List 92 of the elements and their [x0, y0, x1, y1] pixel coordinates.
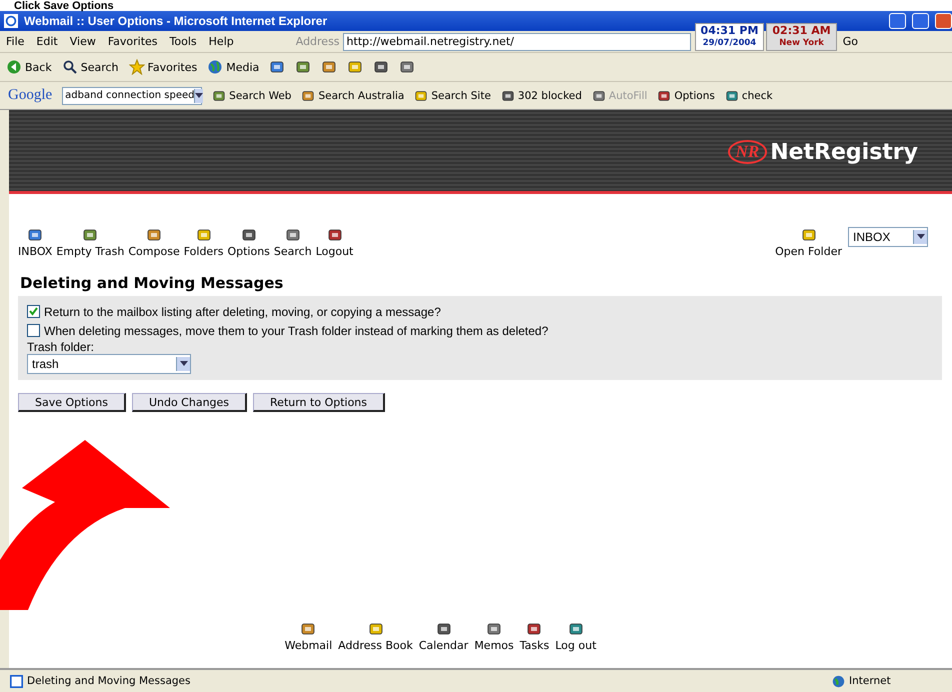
logo-badge: NR	[728, 140, 768, 164]
toolbar-button[interactable]: check	[724, 88, 773, 102]
open-folder-link[interactable]: Open Folder	[775, 227, 842, 258]
app-link[interactable]: Tasks	[520, 621, 550, 652]
app-link[interactable]: Address Book	[338, 621, 413, 652]
toolbar-button[interactable]: Search	[62, 59, 119, 75]
toolbar-button[interactable]: 302 blocked	[500, 88, 582, 102]
toolbar-button[interactable]: Search Web	[212, 88, 292, 102]
toolbar-icon	[212, 88, 226, 102]
browser-icon	[4, 14, 18, 28]
app-icon	[526, 621, 542, 637]
world-clock: 02:31 AM New York	[766, 22, 837, 50]
status-text: Deleting and Moving Messages	[27, 675, 190, 687]
page-icon	[10, 674, 23, 688]
toolbar-icon	[657, 88, 672, 102]
nav-icon	[240, 227, 257, 243]
menu-item[interactable]: Favorites	[102, 35, 164, 48]
nav-icon	[146, 227, 162, 243]
window-title: Webmail :: User Options - Microsoft Internet Explorer	[24, 14, 328, 28]
caption-text: Click Save Options	[0, 0, 952, 11]
nav-link[interactable]: INBOX	[18, 227, 52, 258]
nav-link[interactable]: Folders	[184, 227, 224, 258]
toolbar-button[interactable]: Back	[6, 59, 52, 75]
close-button[interactable]	[935, 13, 952, 29]
trash-folder-label: Trash folder:	[27, 340, 95, 354]
search-field[interactable]: adband connection speed	[62, 86, 202, 104]
go-button[interactable]: Go	[836, 35, 864, 48]
checkbox[interactable]	[27, 305, 40, 318]
app-link[interactable]: Calendar	[418, 621, 468, 652]
menu-item[interactable]: Edit	[30, 35, 64, 48]
toolbar-icon	[347, 59, 364, 75]
toolbar-icon	[321, 59, 338, 75]
toolbar-button[interactable]: Search Australia	[301, 88, 404, 102]
app-icon	[300, 621, 316, 637]
search-icon	[62, 59, 78, 75]
form-button[interactable]: Undo Changes	[132, 393, 248, 412]
globe-icon	[207, 59, 224, 75]
app-icon	[568, 621, 584, 637]
google-logo: Google	[8, 87, 52, 104]
app-icon	[436, 621, 452, 637]
toolbar-icon	[592, 88, 606, 102]
toolbar-button[interactable]: Media	[207, 59, 260, 75]
toolbar-icon	[269, 59, 286, 75]
menu-item[interactable]: Tools	[164, 35, 203, 48]
toolbar-button[interactable]: Search Site	[414, 88, 491, 102]
zone-text: Internet	[849, 675, 891, 687]
toolbar-icon	[500, 88, 515, 102]
app-icon	[486, 621, 502, 637]
app-link[interactable]: Memos	[474, 621, 514, 652]
nav-icon	[82, 227, 98, 243]
app-link[interactable]: Webmail	[284, 621, 332, 652]
nav-link[interactable]: Empty Trash	[56, 227, 124, 258]
toolbar-icon	[724, 88, 739, 102]
dropdown-arrow-icon	[195, 92, 204, 98]
toolbar-icon	[373, 59, 390, 75]
local-clock: 04:31 PM 29/07/2004	[694, 22, 764, 50]
nav-link[interactable]: Search	[274, 227, 312, 258]
section-heading: Deleting and Moving Messages	[20, 274, 284, 292]
checkbox[interactable]	[27, 324, 40, 337]
dropdown-arrow-icon	[180, 361, 188, 367]
option-label: When deleting messages, move them to your Trash folder instead of marking them as deleted?	[44, 324, 548, 338]
toolbar-button[interactable]: Favorites	[128, 59, 198, 75]
address-field[interactable]: http://webmail.netregistry.net/	[342, 32, 691, 50]
nav-icon	[27, 227, 44, 243]
nav-icon	[196, 227, 212, 243]
nav-link[interactable]: Compose	[128, 227, 180, 258]
toolbar-icon	[414, 88, 428, 102]
menu-item[interactable]: File	[0, 35, 30, 48]
app-link[interactable]: Log out	[555, 621, 596, 652]
form-button[interactable]: Return to Options	[253, 393, 386, 412]
nav-icon	[326, 227, 343, 243]
maximize-button[interactable]	[912, 13, 929, 29]
folder-select[interactable]: INBOX	[848, 227, 928, 247]
address-label: Address	[296, 35, 340, 48]
trash-folder-select[interactable]: trash	[27, 354, 191, 374]
toolbar-icon	[399, 59, 416, 75]
dropdown-arrow-icon	[916, 234, 924, 240]
menu-item[interactable]: View	[64, 35, 102, 48]
app-icon	[368, 621, 384, 637]
toolbar-icon	[301, 88, 316, 102]
toolbar-icon	[295, 59, 312, 75]
nav-link[interactable]: Options	[227, 227, 270, 258]
toolbar-button[interactable]: Options	[657, 88, 715, 102]
option-label: Return to the mailbox listing after deleting, moving, or copying a message?	[44, 304, 441, 318]
nav-icon	[284, 227, 301, 243]
globe-icon	[832, 674, 845, 688]
minimize-button[interactable]	[889, 13, 906, 29]
nav-link[interactable]: Logout	[316, 227, 354, 258]
brand-name: NetRegistry	[770, 140, 918, 164]
star-icon	[128, 59, 145, 75]
menu-item[interactable]: Help	[202, 35, 240, 48]
form-button[interactable]: Save Options	[18, 393, 126, 412]
